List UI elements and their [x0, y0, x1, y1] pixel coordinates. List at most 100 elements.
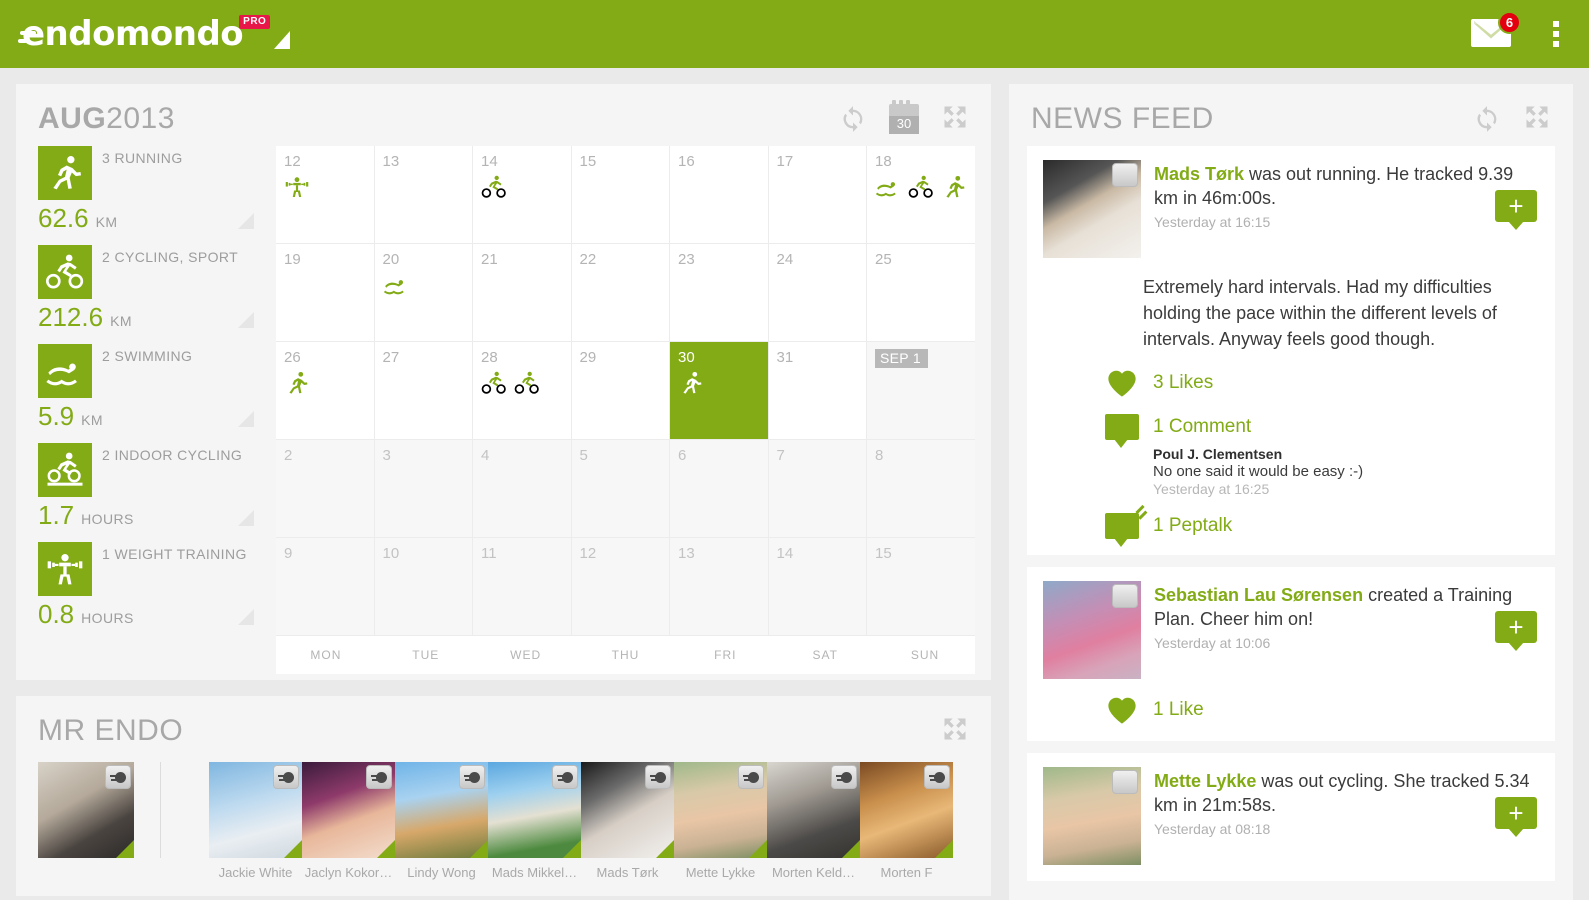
friend-card[interactable]: Mette Lykke: [674, 762, 767, 880]
calendar-day-cell[interactable]: SEP 1: [867, 342, 975, 440]
friend-card[interactable]: Jackie White: [209, 762, 302, 880]
stat-value: 62.6: [38, 203, 89, 233]
swimming-icon[interactable]: [875, 174, 901, 205]
news-feed-post[interactable]: Sebastian Lau Sørensen created a Trainin…: [1027, 567, 1555, 741]
peptalk-label: 1 Peptalk: [1153, 515, 1233, 536]
likes-row[interactable]: 1 Like: [1105, 695, 1539, 725]
likes-row[interactable]: 3 Likes: [1105, 368, 1539, 398]
calendar-day-cell[interactable]: 9: [276, 538, 375, 636]
cycling-icon[interactable]: [514, 370, 540, 401]
comment-timestamp: Yesterday at 16:25: [1153, 481, 1270, 497]
stat-cycling-sport[interactable]: 2 CYCLING, SPORT 212.6 KM: [38, 245, 262, 330]
expand-icon[interactable]: [1523, 103, 1551, 136]
overflow-menu-button[interactable]: [1549, 17, 1563, 51]
peptalk-row[interactable]: 1 Peptalk: [1105, 513, 1539, 547]
post-avatar[interactable]: [1043, 767, 1141, 865]
post-avatar[interactable]: [1043, 581, 1141, 679]
calendar-day-cell[interactable]: 29: [571, 342, 670, 440]
calendar-day-cell[interactable]: 4: [473, 440, 572, 538]
stat-running[interactable]: 3 RUNNING 62.6 KM: [38, 146, 262, 231]
calendar-day-cell[interactable]: 30: [670, 342, 769, 440]
calendar-day-cell[interactable]: 19: [276, 244, 375, 342]
calendar-day-cell[interactable]: 23: [670, 244, 769, 342]
post-author[interactable]: Mette Lykke: [1154, 771, 1256, 791]
calendar-day-number: 15: [875, 545, 892, 562]
calendar-day-cell[interactable]: 17: [768, 146, 867, 244]
news-feed-post[interactable]: Mads Tørk was out running. He tracked 9.…: [1027, 146, 1555, 555]
calendar-day-cell[interactable]: 10: [374, 538, 473, 636]
comments-row[interactable]: 1 Comment: [1105, 414, 1539, 448]
calendar-day-cell[interactable]: 28: [473, 342, 572, 440]
stat-unit: HOURS: [81, 511, 134, 527]
running-icon[interactable]: [284, 370, 310, 401]
calendar-day-cell[interactable]: 6: [670, 440, 769, 538]
calendar-day-cell[interactable]: 21: [473, 244, 572, 342]
calendar-day-cell[interactable]: 25: [867, 244, 975, 342]
add-peptalk-button[interactable]: +: [1495, 190, 1537, 230]
running-icon[interactable]: [941, 174, 967, 205]
stat-swimming[interactable]: 2 SWIMMING 5.9 KM: [38, 344, 262, 429]
calendar-day-cell[interactable]: 16: [670, 146, 769, 244]
endomondo-logo[interactable]: endomondo PRO: [18, 15, 291, 51]
refresh-icon[interactable]: [839, 105, 867, 133]
heart-icon[interactable]: [1105, 368, 1139, 398]
heart-icon[interactable]: [1105, 695, 1139, 725]
calendar-day-number: 28: [481, 349, 498, 366]
news-feed-post[interactable]: Mette Lykke was out cycling. She tracked…: [1027, 753, 1555, 881]
peptalk-bubble-icon[interactable]: [1105, 513, 1139, 547]
add-peptalk-button[interactable]: +: [1495, 611, 1537, 651]
swimming-icon[interactable]: [383, 272, 409, 303]
add-peptalk-button[interactable]: +: [1495, 797, 1537, 837]
running-icon[interactable]: [678, 370, 704, 401]
calendar-day-cell[interactable]: 11: [473, 538, 572, 636]
expand-icon[interactable]: [941, 103, 969, 136]
friend-card[interactable]: Mads Mikkel…: [488, 762, 581, 880]
friend-card[interactable]: Morten F: [860, 762, 953, 880]
calendar-day-cell[interactable]: 13: [374, 146, 473, 244]
cycling-icon[interactable]: [481, 174, 507, 205]
stat-weight-training[interactable]: 1 WEIGHT TRAINING 0.8 HOURS: [38, 542, 262, 627]
friend-name: Jackie White: [218, 865, 293, 880]
calendar-day-number: 31: [776, 349, 794, 366]
calendar-day-cell[interactable]: 3: [374, 440, 473, 538]
calendar-day-cell[interactable]: 13: [670, 538, 769, 636]
post-text: Mads Tørk was out running. He tracked 9.…: [1154, 162, 1539, 210]
calendar-day-cell[interactable]: 20: [374, 244, 473, 342]
cycling-icon[interactable]: [481, 370, 507, 401]
calendar-day-cell[interactable]: 18: [867, 146, 975, 244]
messages-button[interactable]: 6: [1471, 11, 1521, 49]
post-author[interactable]: Sebastian Lau Sørensen: [1154, 585, 1363, 605]
post-avatar[interactable]: [1043, 160, 1141, 258]
calendar-day-icon[interactable]: 30: [889, 100, 919, 134]
endomondo-mascot-icon: [1112, 163, 1138, 187]
calendar-day-cell[interactable]: 15: [571, 146, 670, 244]
calendar-day-cell[interactable]: 14: [473, 146, 572, 244]
friend-card[interactable]: Mads Tørk: [581, 762, 674, 880]
calendar-day-cell[interactable]: 26: [276, 342, 375, 440]
calendar-day-cell[interactable]: 22: [571, 244, 670, 342]
weight-training-icon[interactable]: [284, 174, 310, 205]
calendar-day-cell[interactable]: 2: [276, 440, 375, 538]
calendar-day-cell[interactable]: 12: [276, 146, 375, 244]
friend-card[interactable]: Jaclyn Kokor…: [302, 762, 395, 880]
calendar-day-cell[interactable]: 12: [571, 538, 670, 636]
post-author[interactable]: Mads Tørk: [1154, 164, 1244, 184]
calendar-day-cell[interactable]: 24: [768, 244, 867, 342]
avatar-corner-icon: [842, 840, 860, 858]
expand-icon[interactable]: [941, 715, 969, 748]
comment-bubble-icon[interactable]: [1105, 414, 1139, 448]
refresh-icon[interactable]: [1473, 105, 1501, 133]
mr-endo-self-card[interactable]: [38, 762, 134, 858]
friend-card[interactable]: Lindy Wong: [395, 762, 488, 880]
calendar-day-cell[interactable]: 14: [768, 538, 867, 636]
stat-indoor-cycling[interactable]: 2 INDOOR CYCLING 1.7 HOURS: [38, 443, 262, 528]
friends-list: Jackie White Jaclyn Kokor… Lindy Wong Mads …: [209, 762, 969, 880]
calendar-day-cell[interactable]: 5: [571, 440, 670, 538]
calendar-day-cell[interactable]: 15: [867, 538, 975, 636]
calendar-day-cell[interactable]: 7: [768, 440, 867, 538]
calendar-day-cell[interactable]: 31: [768, 342, 867, 440]
calendar-day-cell[interactable]: 8: [867, 440, 975, 538]
cycling-icon[interactable]: [908, 174, 934, 205]
calendar-day-cell[interactable]: 27: [374, 342, 473, 440]
friend-card[interactable]: Morten Keld…: [767, 762, 860, 880]
